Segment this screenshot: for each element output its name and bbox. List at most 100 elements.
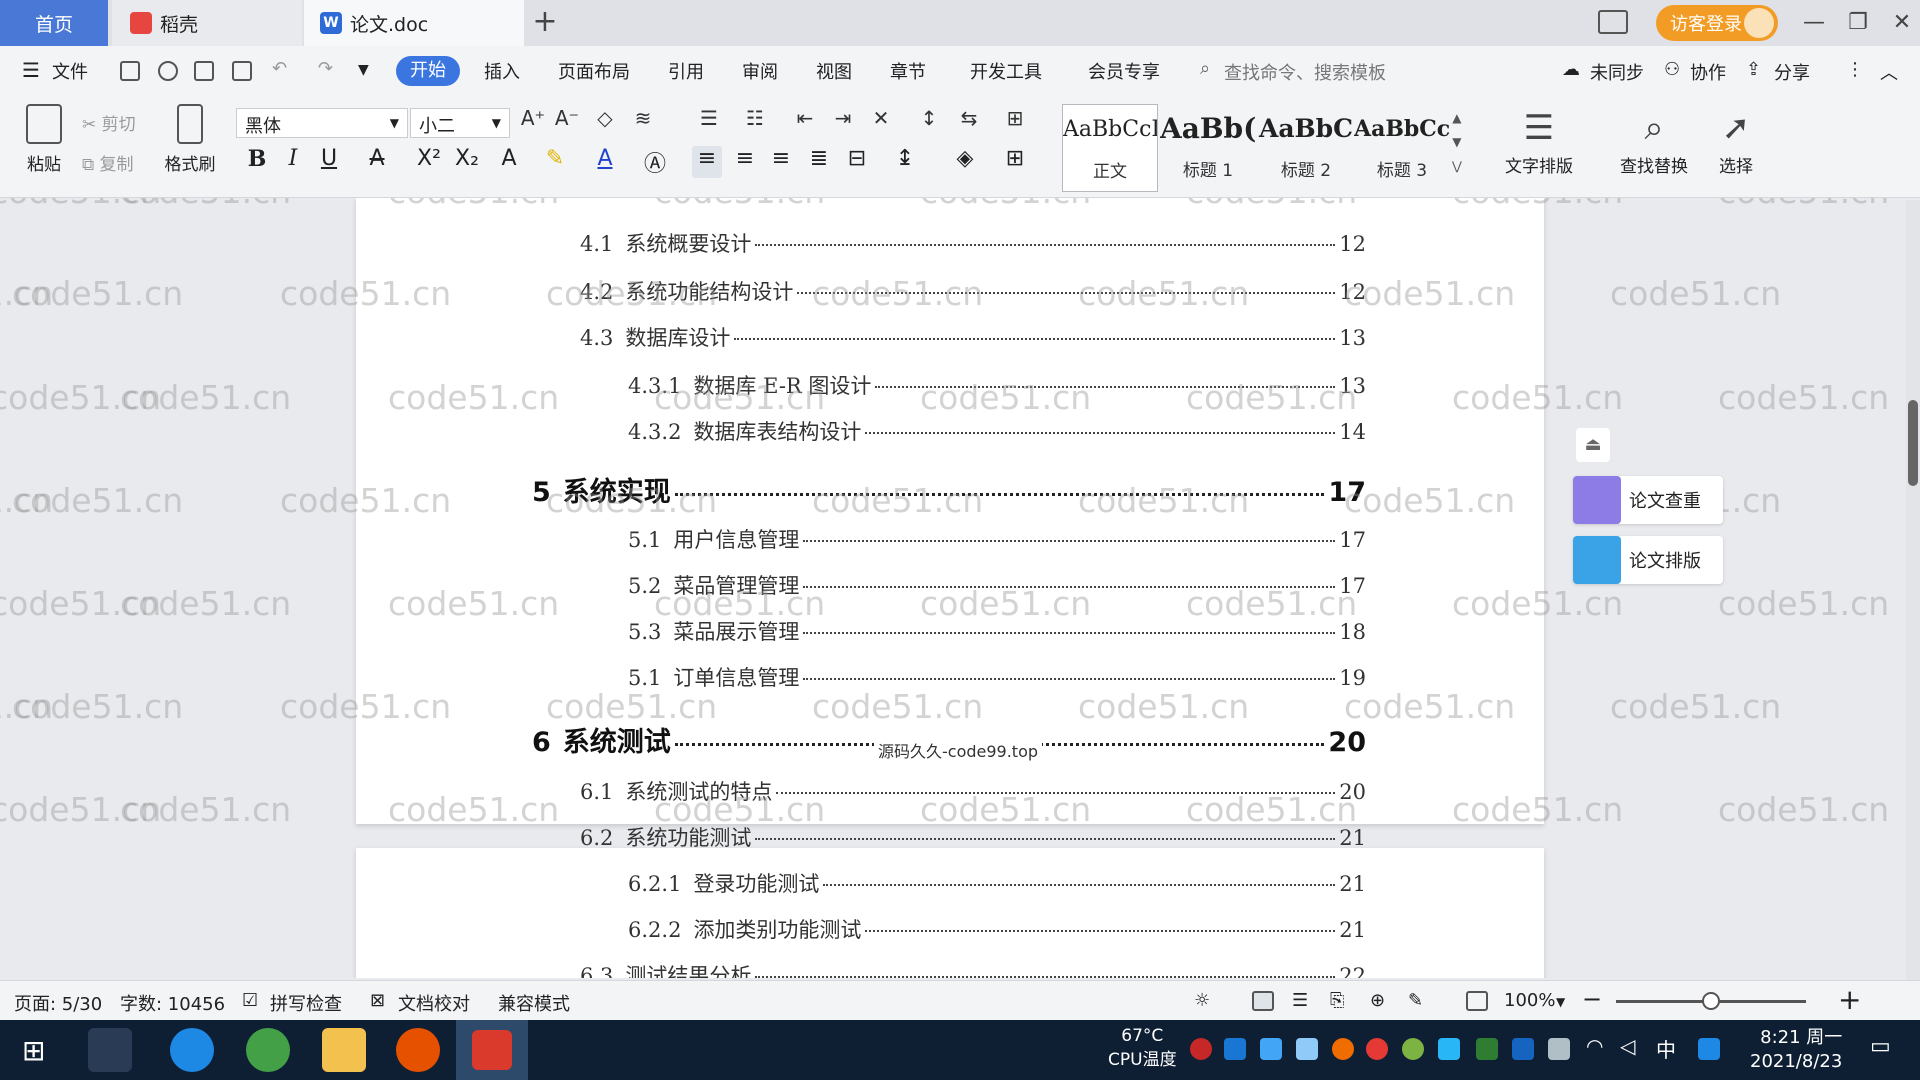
notification-icon[interactable]: ▭: [1870, 1034, 1891, 1059]
menu-start[interactable]: 开始: [396, 56, 460, 86]
game-app-icon[interactable]: [396, 1028, 440, 1072]
toc-entry[interactable]: 5 系统实现 17: [532, 470, 1366, 509]
show-marks-icon[interactable]: ⊞: [1000, 106, 1030, 138]
style-heading-3[interactable]: AaBbCcl 标题 3: [1354, 104, 1450, 192]
toc-entry[interactable]: 5.1 用户信息管理 17: [628, 524, 1366, 554]
command-search-input[interactable]: 查找命令、搜索模板: [1224, 59, 1386, 85]
align-right-icon[interactable]: ≡: [766, 146, 796, 178]
nvidia-icon[interactable]: [1476, 1038, 1498, 1060]
select-button[interactable]: ➚ 选择: [1708, 104, 1764, 177]
style-scroll-icon[interactable]: ▲ ▼ ⋁: [1452, 106, 1462, 178]
quick-access-dropdown-icon[interactable]: ▼: [358, 62, 369, 78]
system-clock[interactable]: 8:21 周一 2021/8/23: [1750, 1026, 1842, 1074]
cpu-temp-widget[interactable]: 67°C CPU温度: [1108, 1024, 1177, 1072]
print-icon[interactable]: [194, 61, 214, 81]
numbered-list-icon[interactable]: ☷: [740, 106, 770, 138]
collab-button[interactable]: 协作: [1690, 59, 1726, 85]
page-indicator[interactable]: 页面: 5/30: [14, 990, 102, 1016]
highlight-icon[interactable]: ✎: [540, 146, 570, 178]
superscript-icon[interactable]: X²: [414, 146, 444, 178]
font-name-select[interactable]: 黑体 ▼: [236, 108, 408, 138]
copy-button[interactable]: ⧉ 复制: [82, 150, 134, 175]
align-center-icon[interactable]: ≡: [730, 146, 760, 178]
grow-font-icon[interactable]: A⁺: [518, 106, 548, 138]
print-preview-icon[interactable]: [232, 61, 252, 81]
vertical-scrollbar[interactable]: [1906, 200, 1920, 980]
toc-entry[interactable]: 6.2 系统功能测试 21: [580, 822, 1366, 852]
style-heading-1[interactable]: AaBb( 标题 1: [1160, 104, 1256, 192]
increase-indent-icon[interactable]: ⇥: [828, 106, 858, 138]
clear-format-icon[interactable]: ◇: [590, 106, 620, 138]
justify-icon[interactable]: ≣: [804, 146, 834, 178]
word-count[interactable]: 字数: 10456: [120, 990, 225, 1016]
paper-check-button[interactable]: 论文查重: [1573, 476, 1723, 524]
proofread-button[interactable]: 文档校对: [398, 990, 470, 1016]
tray-app-icon[interactable]: [1366, 1038, 1388, 1060]
paper-layout-button[interactable]: 论文排版: [1573, 536, 1723, 584]
toc-entry[interactable]: 6.1 系统测试的特点 20: [580, 776, 1366, 806]
subscript-icon[interactable]: X₂: [452, 146, 482, 178]
write-mode-icon[interactable]: ✎: [1408, 990, 1423, 1011]
bluetooth-icon[interactable]: [1512, 1038, 1534, 1060]
toc-entry[interactable]: 5.1 订单信息管理 19: [628, 662, 1366, 692]
more-icon[interactable]: ⋮: [1846, 59, 1864, 80]
strikethrough-icon[interactable]: A: [362, 146, 392, 178]
volume-icon[interactable]: ◁: [1620, 1034, 1635, 1058]
shading-icon[interactable]: ◈: [950, 146, 980, 178]
zoom-out-icon[interactable]: −: [1582, 985, 1602, 1013]
file-explorer-icon[interactable]: [322, 1028, 366, 1072]
chinese-layout-icon[interactable]: ✕: [866, 106, 896, 138]
ime-indicator[interactable]: 中: [1656, 1034, 1676, 1063]
windows-start-icon[interactable]: ⊞: [22, 1034, 45, 1067]
guest-login-button[interactable]: 访客登录: [1656, 5, 1778, 41]
document-canvas[interactable]: 4.1 系统概要设计 12 4.2 系统功能结构设计 12 4.3 数据库设计 13 4.3.1 数…: [0, 198, 1900, 978]
new-tab-button[interactable]: +: [528, 6, 562, 40]
toc-entry[interactable]: 6.2.1 登录功能测试 21: [628, 868, 1366, 898]
toc-entry[interactable]: 4.1 系统概要设计 12: [580, 228, 1366, 258]
menu-member[interactable]: 会员专享: [1088, 58, 1160, 84]
zoom-level[interactable]: 100%: [1504, 990, 1555, 1011]
toc-entry[interactable]: 4.3.1 数据库 E-R 图设计 13: [628, 370, 1366, 400]
menu-developer[interactable]: 开发工具: [970, 58, 1042, 84]
wps-taskbar-icon[interactable]: [456, 1020, 528, 1080]
eye-protect-icon[interactable]: ☼: [1194, 990, 1210, 1011]
tray-app-icon[interactable]: [1438, 1038, 1460, 1060]
menu-file[interactable]: 文件: [52, 58, 88, 84]
text-direction-icon[interactable]: ⇆: [954, 106, 984, 138]
tab-home[interactable]: 首页: [0, 0, 108, 46]
menu-chapter[interactable]: 章节: [890, 58, 926, 84]
outline-view-icon[interactable]: ☰: [1292, 990, 1308, 1011]
save-icon[interactable]: [120, 61, 140, 81]
spellcheck-button[interactable]: 拼写检查: [270, 990, 342, 1016]
menu-insert[interactable]: 插入: [484, 58, 520, 84]
find-replace-button[interactable]: ⌕ 查找替换: [1610, 104, 1698, 177]
undo-history-icon[interactable]: [158, 61, 178, 81]
text-effect-icon[interactable]: A: [494, 146, 524, 178]
ie-browser-icon[interactable]: [170, 1028, 214, 1072]
collapse-panel-icon[interactable]: ⏏: [1576, 428, 1610, 462]
toc-entry[interactable]: 4.3.2 数据库表结构设计 14: [628, 416, 1366, 446]
bullet-list-icon[interactable]: ☰: [694, 106, 724, 138]
menu-page-layout[interactable]: 页面布局: [558, 58, 630, 84]
redo-icon[interactable]: ↷: [318, 58, 333, 79]
minimize-button[interactable]: —: [1796, 6, 1832, 40]
menu-references[interactable]: 引用: [668, 58, 704, 84]
toc-entry[interactable]: 5.3 菜品展示管理 18: [628, 616, 1366, 646]
align-left-icon[interactable]: ≡: [692, 146, 722, 178]
fit-page-icon[interactable]: [1466, 991, 1488, 1011]
char-border-icon[interactable]: Ⓐ: [640, 146, 670, 178]
text-layout-button[interactable]: ☰ 文字排版: [1496, 104, 1582, 177]
distribute-icon[interactable]: ⊟: [842, 146, 872, 178]
wifi-icon[interactable]: ◠: [1586, 1034, 1603, 1058]
toc-entry[interactable]: 6.2.2 添加类别功能测试 21: [628, 914, 1366, 944]
360-browser-icon[interactable]: [246, 1028, 290, 1072]
zoom-in-icon[interactable]: +: [1838, 983, 1861, 1016]
web-view-icon[interactable]: ⊕: [1370, 990, 1385, 1011]
font-size-select[interactable]: 小二 ▼: [410, 108, 510, 138]
bold-button[interactable]: B: [242, 146, 272, 178]
tray-app-icon[interactable]: [1332, 1038, 1354, 1060]
tray-app-icon[interactable]: [1260, 1038, 1282, 1060]
reading-view-icon[interactable]: ⎘: [1330, 990, 1344, 1011]
tab-document[interactable]: W 论文.doc: [304, 0, 524, 46]
format-painter-button[interactable]: 格式刷: [160, 104, 220, 175]
